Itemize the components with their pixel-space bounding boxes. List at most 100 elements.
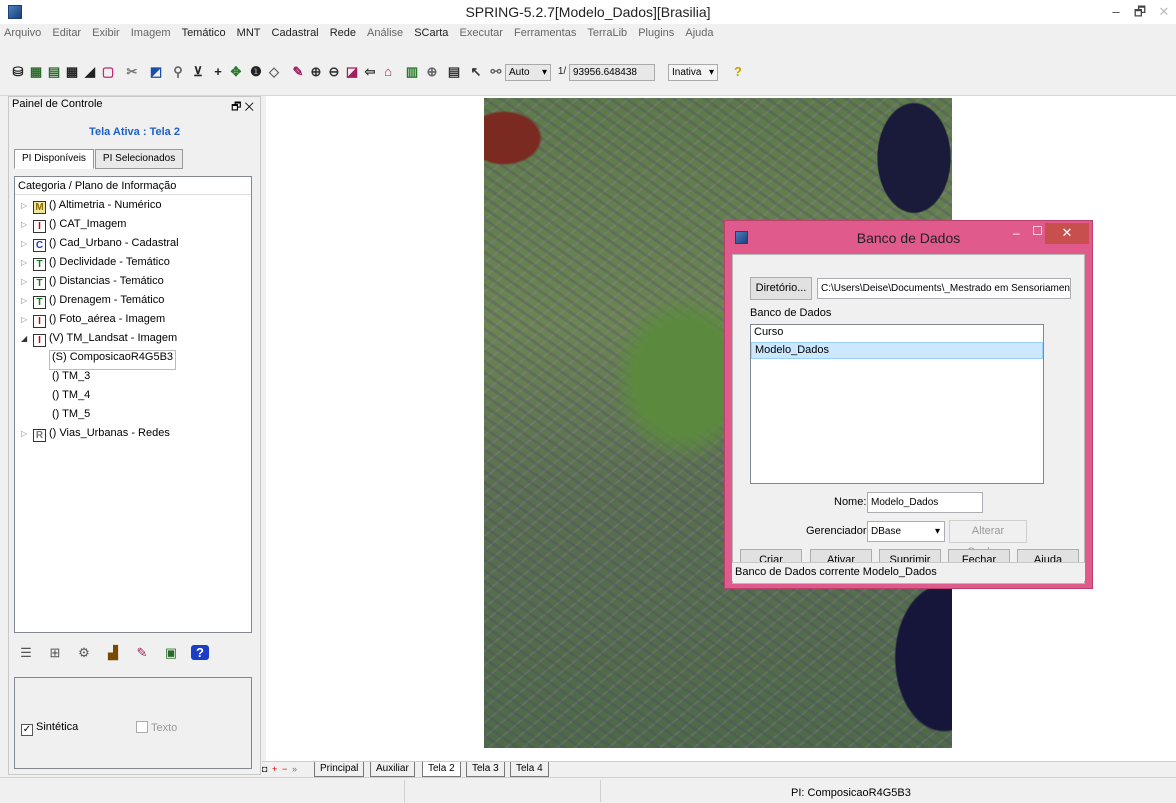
info-icon[interactable]: ❶ — [248, 64, 264, 80]
home-icon[interactable]: ⌂ — [380, 64, 396, 80]
tab-add-icon[interactable]: + — [272, 764, 277, 774]
table-tool-icon[interactable]: ▣ — [162, 645, 180, 661]
connect-icon[interactable]: ⚯ — [488, 64, 504, 80]
menu-arquivo[interactable]: Arquivo — [0, 24, 45, 39]
tab-principal[interactable]: Principal — [314, 762, 365, 777]
edit-icon[interactable]: ▟ — [104, 645, 122, 661]
tree-item-vias-urbanas[interactable]: ▷ R() Vias_Urbanas - Redes — [21, 427, 170, 445]
zoom-menu-icon[interactable]: ⊕ — [424, 64, 440, 80]
expand-arrow-icon[interactable]: ▷ — [21, 315, 31, 324]
window-icon[interactable]: ▢ — [100, 64, 116, 80]
tree-item-drenagem[interactable]: ▷ T() Drenagem - Temático — [21, 294, 164, 312]
tree-item-cat-imagem[interactable]: ▷ I() CAT_Imagem — [21, 218, 126, 236]
zoom-plane-icon[interactable]: ⊞ — [46, 645, 64, 661]
pencil-icon[interactable]: ✎ — [290, 64, 306, 80]
collapse-arrow-icon[interactable]: ◢ — [21, 334, 31, 343]
tab-remove-icon[interactable]: − — [282, 764, 287, 774]
list-item-curso[interactable]: Curso — [751, 325, 1043, 342]
pan-icon[interactable]: ✥ — [228, 64, 244, 80]
tree-item-composicao[interactable]: (S) ComposicaoR4G5B3 — [48, 350, 177, 370]
database-list[interactable]: Curso Modelo_Dados — [750, 324, 1044, 484]
diretorio-button[interactable]: Diretório... — [750, 277, 812, 300]
scale-input[interactable]: 93956.648438 — [569, 64, 655, 81]
project-icon[interactable]: ▦ — [28, 64, 44, 80]
plus-icon[interactable]: + — [210, 64, 226, 80]
help-panel-icon[interactable]: ? — [191, 645, 209, 660]
tree-item-tm4[interactable]: () TM_4 — [52, 389, 90, 407]
menu-editar[interactable]: Editar — [48, 24, 85, 39]
tab-nav-box-icon[interactable]: ◘ — [262, 764, 267, 774]
scale-mode-select[interactable]: Auto ▾ — [505, 64, 551, 81]
cursor-info-icon[interactable]: ⊻ — [190, 64, 206, 80]
visual-icon[interactable]: ⚙ — [75, 645, 93, 661]
menu-scarta[interactable]: SCarta — [410, 24, 452, 39]
tab-auxiliar[interactable]: Auxiliar — [370, 762, 415, 777]
tree-item-tm-landsat[interactable]: ◢ I (V) TM_Landsat - Imagem — [21, 332, 177, 350]
nome-input[interactable]: Modelo_Dados — [867, 492, 983, 513]
dialog-close-button[interactable]: ✕ — [1045, 223, 1089, 244]
search-icon[interactable]: ⚲ — [170, 64, 186, 80]
gerenciador-select[interactable]: DBase ▾ — [867, 521, 945, 542]
dialog-maximize-button[interactable]: ☐ — [1032, 224, 1043, 238]
menu-rede[interactable]: Rede — [326, 24, 360, 39]
table-icon[interactable]: ▤ — [446, 64, 462, 80]
maximize-button[interactable]: 🗗 — [1128, 2, 1152, 22]
expand-arrow-icon[interactable]: ▷ — [21, 220, 31, 229]
layer-icon[interactable]: ▤ — [46, 64, 62, 80]
menu-ajuda[interactable]: Ajuda — [681, 24, 717, 39]
menu-cadastral[interactable]: Cadastral — [268, 24, 323, 39]
draw-icon[interactable]: ◢ — [82, 64, 98, 80]
zoom-area-icon[interactable]: ◪ — [344, 64, 360, 80]
panel-float-close-icon[interactable]: 🗗 ✕ — [231, 98, 254, 117]
alterar-senha-button[interactable]: Alterar Senha... — [949, 520, 1027, 558]
menu-ferramentas[interactable]: Ferramentas — [510, 24, 580, 39]
cursor-plus-icon[interactable]: ↖ — [468, 64, 484, 80]
zoom-in-icon[interactable]: ⊕ — [308, 64, 324, 80]
expand-arrow-icon[interactable]: ▷ — [21, 201, 31, 210]
expand-arrow-icon[interactable]: ▷ — [21, 258, 31, 267]
texto-checkbox[interactable]: Texto — [136, 721, 177, 734]
menu-executar[interactable]: Executar — [456, 24, 507, 39]
tab-tela-4[interactable]: Tela 4 — [510, 762, 549, 777]
menu-plugins[interactable]: Plugins — [634, 24, 678, 39]
tree-item-tm5[interactable]: () TM_5 — [52, 408, 90, 426]
tree-item-foto-aerea[interactable]: ▷ I() Foto_aérea - Imagem — [21, 313, 165, 331]
eraser-icon[interactable]: ◇ — [266, 64, 282, 80]
pencil-tool-icon[interactable]: ✎ — [133, 645, 151, 661]
tree-item-altimetria[interactable]: ▷ M() Altimetria - Numérico — [21, 199, 161, 217]
back-icon[interactable]: ⇦ — [362, 64, 378, 80]
scissors-icon[interactable]: ✂ — [124, 64, 140, 80]
expand-arrow-icon[interactable]: ▷ — [21, 296, 31, 305]
menu-mnt[interactable]: MNT — [233, 24, 265, 39]
tree-item-distancias[interactable]: ▷ T() Distancias - Temático — [21, 275, 164, 293]
database-icon[interactable]: ⛁ — [10, 64, 26, 80]
menu-tematico[interactable]: Temático — [178, 24, 230, 39]
tab-pi-disponiveis[interactable]: PI Disponíveis — [14, 149, 94, 169]
menu-exibir[interactable]: Exibir — [88, 24, 124, 39]
expand-arrow-icon[interactable]: ▷ — [21, 277, 31, 286]
tree-item-tm3[interactable]: () TM_3 — [52, 370, 90, 388]
display-icon[interactable]: ◩ — [148, 64, 164, 80]
palette-icon[interactable]: ▥ — [404, 64, 420, 80]
list-item-modelo-dados[interactable]: Modelo_Dados — [751, 342, 1043, 359]
tab-tela-2[interactable]: Tela 2 — [422, 762, 461, 777]
help-icon[interactable]: ? — [730, 64, 746, 80]
dialog-minimize-button[interactable]: – — [1013, 226, 1020, 240]
tab-pi-selecionados[interactable]: PI Selecionados — [94, 149, 184, 169]
menu-analise[interactable]: Análise — [363, 24, 407, 39]
expand-arrow-icon[interactable]: ▷ — [21, 429, 31, 438]
directory-path-field[interactable]: C:\Users\Deise\Documents\_Mestrado em Se… — [817, 278, 1071, 299]
grid-icon[interactable]: ▦ — [64, 64, 80, 80]
list-icon[interactable]: ☰ — [17, 645, 35, 661]
menu-terralib[interactable]: TerraLib — [583, 24, 631, 39]
sintetica-checkbox[interactable]: ✓ Sintética — [21, 721, 78, 736]
tree-item-cad-urbano[interactable]: ▷ C() Cad_Urbano - Cadastral — [21, 237, 179, 255]
zoom-out-icon[interactable]: ⊖ — [326, 64, 342, 80]
menu-imagem[interactable]: Imagem — [127, 24, 175, 39]
tree-item-declividade[interactable]: ▷ T() Declividade - Temático — [21, 256, 170, 274]
inativa-select[interactable]: Inativa ▾ — [668, 64, 718, 81]
minimize-button[interactable]: – — [1104, 2, 1128, 22]
expand-arrow-icon[interactable]: ▷ — [21, 239, 31, 248]
close-button[interactable]: ✕ — [1152, 2, 1176, 22]
tab-tela-3[interactable]: Tela 3 — [466, 762, 505, 777]
